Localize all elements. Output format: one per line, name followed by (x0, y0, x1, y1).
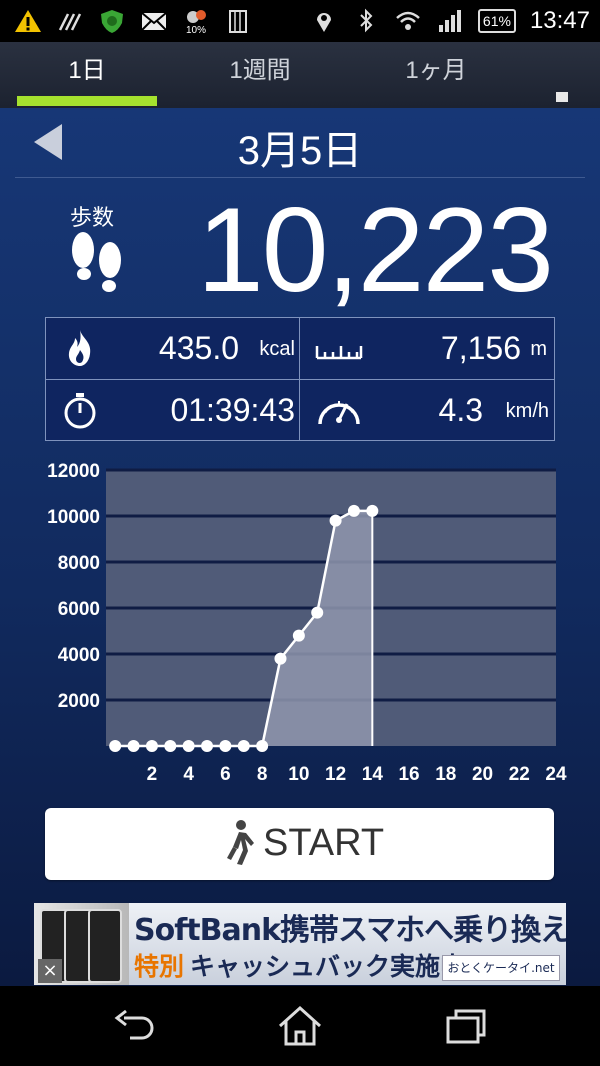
flame-icon (68, 330, 91, 366)
start-button-label: START (263, 822, 385, 864)
start-button[interactable]: START (45, 808, 554, 880)
x-tick-label: 4 (183, 764, 194, 785)
stats-panel: 435.0 kcal 7,156 m 01:39:43 4.3 km/h (45, 317, 555, 441)
ad-headline: SoftBank携帯スマホへ乗り換え (134, 913, 566, 948)
active-tab-indicator (17, 96, 157, 106)
chart-point (219, 740, 232, 752)
speedometer-icon (318, 401, 360, 425)
distance-value: 7,156 (440, 330, 521, 366)
chart-point (182, 740, 195, 752)
chart-point (292, 629, 305, 642)
speed-cell: 4.3 km/h (300, 380, 553, 441)
chart-point (164, 740, 177, 752)
tab-month[interactable]: 1ヶ月 (366, 42, 506, 108)
x-tick-label: 2 (147, 764, 158, 785)
y-tick-label: 8000 (58, 553, 100, 574)
location-icon (310, 8, 338, 34)
chart-point (311, 606, 324, 619)
duration-value: 01:39:43 (170, 392, 295, 428)
x-tick-label: 10 (288, 764, 309, 785)
speed-value: 4.3 (438, 392, 483, 428)
x-tick-label: 20 (472, 764, 493, 785)
calories-unit: kcal (259, 338, 295, 360)
svg-text:10%: 10% (186, 25, 206, 34)
ad-subline: キャッシュバック実施中 (190, 952, 466, 981)
speed-unit: km/h (505, 400, 549, 422)
chart-point (274, 652, 287, 665)
stopwatch-icon (64, 393, 96, 429)
walking-person-icon (227, 820, 254, 865)
status-bar: 10% 61% 13:47 (0, 0, 600, 42)
weather-rain-icon: 10% (182, 8, 210, 34)
calories-cell: 435.0 kcal (46, 318, 299, 379)
calories-value: 435.0 (158, 330, 239, 366)
clock: 13:47 (529, 7, 590, 34)
signal-icon (436, 8, 464, 34)
chart-point (366, 504, 379, 517)
y-tick-label: 6000 (58, 599, 100, 620)
back-icon[interactable] (110, 1004, 158, 1048)
storage-icon (224, 8, 252, 34)
footprints-icon (72, 232, 121, 292)
x-tick-label: 22 (509, 764, 530, 785)
y-tick-label: 4000 (58, 645, 100, 666)
nfc-icon (56, 8, 84, 34)
ruler-icon (315, 346, 363, 360)
ad-logo: おとくケータイ.net (442, 955, 560, 981)
period-tab-bar: 1日 1週間 1ヶ月 (0, 42, 600, 134)
warning-icon (14, 8, 42, 34)
recent-apps-icon[interactable] (442, 1004, 490, 1048)
date-header: 3月5日 (0, 108, 600, 178)
ad-banner[interactable]: SoftBank携帯スマホへ乗り換え 特別 キャッシュバック実施中 おとくケータ… (34, 903, 566, 985)
home-icon[interactable] (276, 1004, 324, 1048)
shield-icon (98, 8, 126, 34)
navigation-bar (0, 986, 600, 1066)
wifi-icon (394, 8, 422, 34)
date-title: 3月5日 (237, 129, 363, 173)
x-tick-label: 14 (362, 764, 384, 785)
steps-count: 10,223 (196, 183, 554, 317)
chart-point (329, 514, 342, 527)
ad-highlight: 特別 (134, 952, 185, 981)
battery-indicator: 61% (477, 9, 516, 33)
tab-week[interactable]: 1週間 (190, 42, 330, 108)
distance-cell: 7,156 m (300, 318, 553, 379)
chart-point (256, 740, 269, 752)
steps-chart: 200040006000800010000120002 4 6 8 10 12 14 16 18… (47, 461, 567, 785)
chart-point (109, 740, 122, 752)
x-tick-label: 8 (257, 764, 268, 785)
y-tick-label: 2000 (58, 691, 100, 712)
x-tick-label: 24 (545, 764, 567, 785)
main-content: 3月5日 歩数 10,223 435.0 kcal 7,156 m 01:39:… (0, 108, 600, 986)
x-tick-label: 18 (435, 764, 456, 785)
x-tick-label: 16 (398, 764, 419, 785)
y-tick-label: 10000 (47, 507, 100, 528)
chart-point (347, 504, 360, 517)
bluetooth-icon (352, 8, 380, 34)
chart-point (201, 740, 214, 752)
x-tick-label: 12 (325, 764, 346, 785)
mail-icon (140, 8, 168, 34)
duration-cell: 01:39:43 (46, 380, 299, 441)
ad-close-icon[interactable]: × (38, 959, 62, 983)
header-divider (15, 177, 585, 178)
x-tick-label: 6 (220, 764, 231, 785)
distance-unit: m (530, 338, 547, 360)
chart-point (145, 740, 158, 752)
y-tick-label: 12000 (47, 461, 100, 482)
chart-point (237, 740, 250, 752)
chart-point (127, 740, 140, 752)
